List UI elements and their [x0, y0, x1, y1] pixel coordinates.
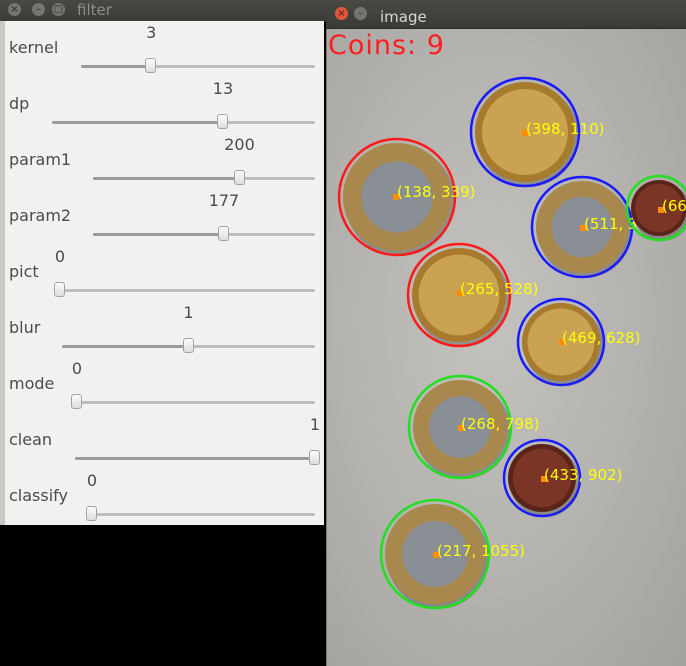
trackbar-value: 1 — [309, 415, 321, 434]
slider-fill — [93, 177, 240, 180]
trackbar-label: pict — [9, 262, 39, 281]
slider-fill — [52, 121, 223, 124]
trackbar-panel: kernel 3 dp 13 param1 200 param2 177 pict 0 blur 1 m… — [5, 21, 324, 525]
slider-track[interactable] — [92, 513, 315, 516]
slider-track[interactable] — [60, 289, 315, 292]
coin-detection-overlay: (398, 110)(138, 339)(511, 399)(66(265, 5… — [337, 76, 686, 610]
trackbar-label: classify — [9, 486, 68, 505]
trackbar-label: mode — [9, 374, 55, 393]
trackbar-value: 0 — [54, 247, 66, 266]
slider-handle[interactable] — [182, 338, 194, 353]
window-title: image — [380, 8, 427, 26]
trackbar-value: 13 — [212, 79, 234, 98]
image-window: × – image (398, 110) (138, 339) (511, 399)… — [326, 0, 686, 666]
slider-fill — [62, 345, 189, 348]
slider-track[interactable] — [77, 401, 315, 404]
detected-coin: (398, 110) — [469, 76, 605, 188]
trackbar-value: 1 — [183, 303, 194, 322]
trackbar-label: kernel — [9, 38, 59, 57]
trackbar-value: 3 — [146, 23, 157, 42]
trackbar-param2[interactable]: param2 177 — [5, 189, 324, 245]
detected-coin: (469, 628) — [516, 297, 641, 387]
maximize-icon[interactable]: □ — [52, 3, 65, 16]
slider-fill — [75, 457, 315, 460]
trackbar-dp[interactable]: dp 13 — [5, 77, 324, 133]
slider-track[interactable] — [93, 233, 315, 236]
trackbar-kernel[interactable]: kernel 3 — [5, 21, 324, 77]
trackbar-label: clean — [9, 430, 53, 449]
slider-track[interactable] — [93, 177, 315, 180]
trackbar-label: param2 — [9, 206, 72, 225]
coin-image: (398, 110) (138, 339) (511, 399) (66 (265, 5… — [326, 29, 686, 666]
filter-titlebar[interactable]: × – □ filter — [0, 0, 326, 22]
coin-coordinate-label: (138, 339) — [397, 183, 476, 201]
trackbar-blur[interactable]: blur 1 — [5, 301, 324, 357]
window-title: filter — [77, 1, 112, 19]
trackbar-value: 0 — [71, 359, 83, 378]
trackbar-mode[interactable]: mode 0 — [5, 357, 324, 413]
coin-coordinate-label: (398, 110) — [526, 120, 605, 138]
trackbar-label: blur — [9, 318, 41, 337]
trackbar-classify[interactable]: classify 0 — [5, 469, 324, 525]
coin-coordinate-label: (433, 902) — [544, 466, 623, 484]
slider-handle[interactable] — [233, 170, 245, 185]
slider-handle[interactable] — [216, 114, 228, 129]
slider-fill — [93, 233, 224, 236]
detected-coin: (217, 1055) — [379, 498, 525, 610]
coin-count-label: Coins: 9 — [328, 30, 445, 61]
slider-handle[interactable] — [145, 58, 157, 73]
trackbar-value: 0 — [86, 471, 98, 490]
slider-track[interactable] — [75, 457, 315, 460]
trackbar-pict[interactable]: pict 0 — [5, 245, 324, 301]
trackbar-param1[interactable]: param1 200 — [5, 133, 324, 189]
coin-coordinate-label: (217, 1055) — [437, 542, 525, 560]
trackbar-value: 200 — [224, 135, 255, 154]
slider-handle[interactable] — [71, 394, 82, 409]
coin-coordinate-label: (66 — [662, 197, 686, 215]
slider-handle[interactable] — [217, 226, 229, 241]
slider-track[interactable] — [81, 65, 315, 68]
coin-coordinate-label: (469, 628) — [562, 329, 641, 347]
trackbar-label: param1 — [9, 150, 72, 169]
filter-window: × – □ filter kernel 3 dp 13 param1 200 param2 1… — [0, 0, 326, 666]
close-icon[interactable]: × — [8, 3, 21, 16]
minimize-icon[interactable]: – — [32, 3, 45, 16]
slider-track[interactable] — [52, 121, 315, 124]
trackbar-label: dp — [9, 94, 30, 113]
image-titlebar[interactable]: × – image — [326, 0, 686, 29]
slider-handle[interactable] — [86, 506, 97, 521]
coin-coordinate-label: (265, 528) — [460, 280, 539, 298]
detected-coin: (433, 902) — [502, 438, 623, 518]
slider-handle[interactable] — [309, 450, 320, 465]
close-icon[interactable]: × — [335, 7, 348, 20]
slider-handle[interactable] — [54, 282, 65, 297]
detected-coin: (138, 339) — [337, 137, 476, 257]
slider-fill — [81, 65, 152, 68]
detected-coin: (66 — [625, 174, 686, 242]
trackbar-value: 177 — [208, 191, 240, 210]
trackbar-clean[interactable]: clean 1 — [5, 413, 324, 469]
coin-coordinate-label: (268, 798) — [461, 415, 540, 433]
minimize-icon[interactable]: – — [354, 7, 367, 20]
filter-preview-canvas — [5, 525, 324, 666]
